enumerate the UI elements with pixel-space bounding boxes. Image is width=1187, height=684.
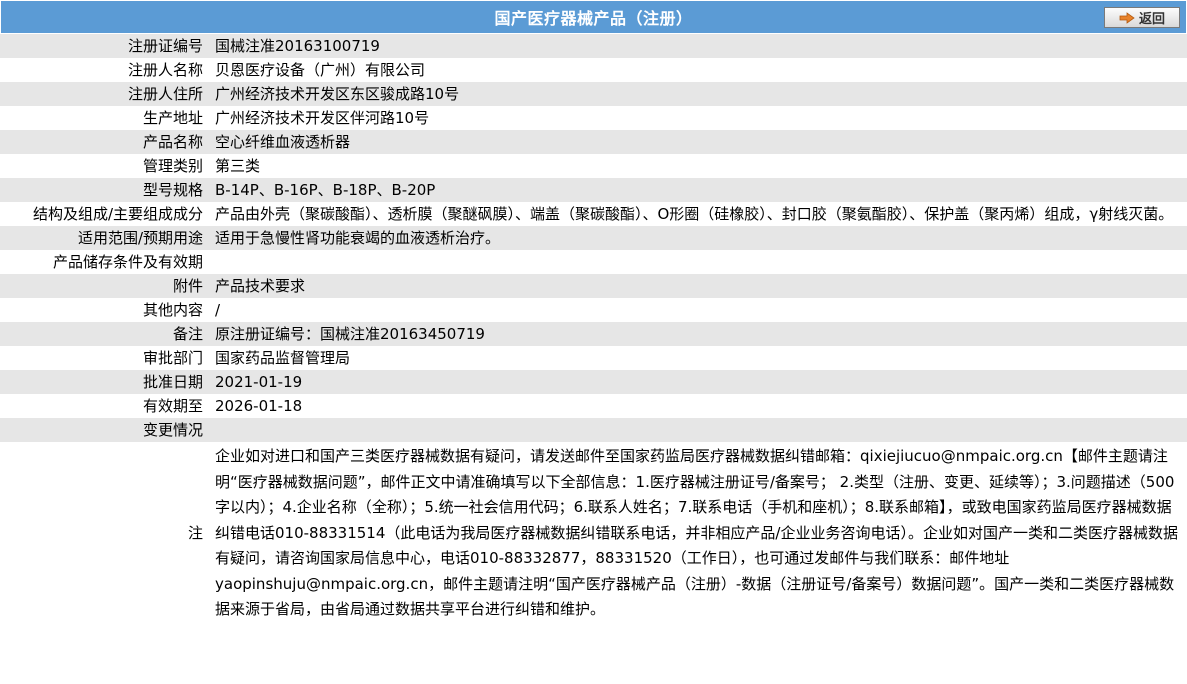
- row-label: 型号规格: [0, 178, 211, 202]
- row-label: 审批部门: [0, 346, 211, 370]
- table-row: 注册证编号 国械注准20163100719: [0, 34, 1187, 58]
- back-button-label: 返回: [1138, 12, 1165, 27]
- row-label: 批准日期: [0, 370, 211, 394]
- table-row: 型号规格 B-14P、B-16P、B-18P、B-20P: [0, 178, 1187, 202]
- row-value: [211, 418, 1187, 442]
- table-row: 有效期至 2026-01-18: [0, 394, 1187, 418]
- table-row: 结构及组成/主要组成成分 产品由外壳（聚碳酸酯）、透析膜（聚醚砜膜）、端盖（聚碳酸…: [0, 202, 1187, 226]
- row-label: 生产地址: [0, 106, 211, 130]
- table-row: 管理类别 第三类: [0, 154, 1187, 178]
- row-label: 产品名称: [0, 130, 211, 154]
- table-row: 注册人住所 广州经济技术开发区东区骏成路10号: [0, 82, 1187, 106]
- table-row: 产品名称 空心纤维血液透析器: [0, 130, 1187, 154]
- row-label: 有效期至: [0, 394, 211, 418]
- table-row: 备注 原注册证编号：国械注准20163450719: [0, 322, 1187, 346]
- row-label: 附件: [0, 274, 211, 298]
- row-label: 注册人名称: [0, 58, 211, 82]
- back-button[interactable]: 返回: [1104, 7, 1180, 28]
- row-label: 适用范围/预期用途: [0, 226, 211, 250]
- table-row: 审批部门 国家药品监督管理局: [0, 346, 1187, 370]
- table-row: 变更情况: [0, 418, 1187, 442]
- row-label: 结构及组成/主要组成成分: [0, 202, 211, 226]
- row-value: 国家药品监督管理局: [211, 346, 1187, 370]
- row-value: 2021-01-19: [211, 370, 1187, 394]
- row-value: B-14P、B-16P、B-18P、B-20P: [211, 178, 1187, 202]
- row-value: 贝恩医疗设备（广州）有限公司: [211, 58, 1187, 82]
- row-label: 管理类别: [0, 154, 211, 178]
- row-label: 产品储存条件及有效期: [0, 250, 211, 274]
- notes-row: 注企业如对进口和国产三类医疗器械数据有疑问，请发送邮件至国家药监局医疗器械数据纠…: [0, 442, 1187, 625]
- row-label: 注册人住所: [0, 82, 211, 106]
- notes-label: 注: [0, 442, 211, 625]
- table-row: 适用范围/预期用途 适用于急慢性肾功能衰竭的血液透析治疗。: [0, 226, 1187, 250]
- row-value: 产品技术要求: [211, 274, 1187, 298]
- table-row: 批准日期 2021-01-19: [0, 370, 1187, 394]
- table-row: 生产地址 广州经济技术开发区伴河路10号: [0, 106, 1187, 130]
- row-value: 国械注准20163100719: [211, 34, 1187, 58]
- row-value: 广州经济技术开发区东区骏成路10号: [211, 82, 1187, 106]
- row-label: 注册证编号: [0, 34, 211, 58]
- page-header: 国产医疗器械产品（注册） 返回: [0, 0, 1187, 34]
- row-value: /: [211, 298, 1187, 322]
- row-value: 产品由外壳（聚碳酸酯）、透析膜（聚醚砜膜）、端盖（聚碳酸酯）、O形圈（硅橡胶）、…: [211, 202, 1187, 226]
- table-row: 产品储存条件及有效期: [0, 250, 1187, 274]
- row-value: 适用于急慢性肾功能衰竭的血液透析治疗。: [211, 226, 1187, 250]
- table-row: 附件 产品技术要求: [0, 274, 1187, 298]
- row-value: 空心纤维血液透析器: [211, 130, 1187, 154]
- arrow-right-icon: [1119, 11, 1135, 24]
- product-detail-table: 注册证编号 国械注准20163100719 注册人名称 贝恩医疗设备（广州）有限公司注…: [0, 34, 1187, 625]
- row-label: 变更情况: [0, 418, 211, 442]
- notes-text: 企业如对进口和国产三类医疗器械数据有疑问，请发送邮件至国家药监局医疗器械数据纠错…: [211, 442, 1187, 625]
- row-label: 其他内容: [0, 298, 211, 322]
- row-value: 原注册证编号：国械注准20163450719: [211, 322, 1187, 346]
- page-title: 国产医疗器械产品（注册）: [494, 9, 693, 28]
- row-value: 2026-01-18: [211, 394, 1187, 418]
- row-value: [211, 250, 1187, 274]
- row-value: 第三类: [211, 154, 1187, 178]
- row-value: 广州经济技术开发区伴河路10号: [211, 106, 1187, 130]
- table-row: 其他内容 /: [0, 298, 1187, 322]
- row-label: 备注: [0, 322, 211, 346]
- table-row: 注册人名称 贝恩医疗设备（广州）有限公司: [0, 58, 1187, 82]
